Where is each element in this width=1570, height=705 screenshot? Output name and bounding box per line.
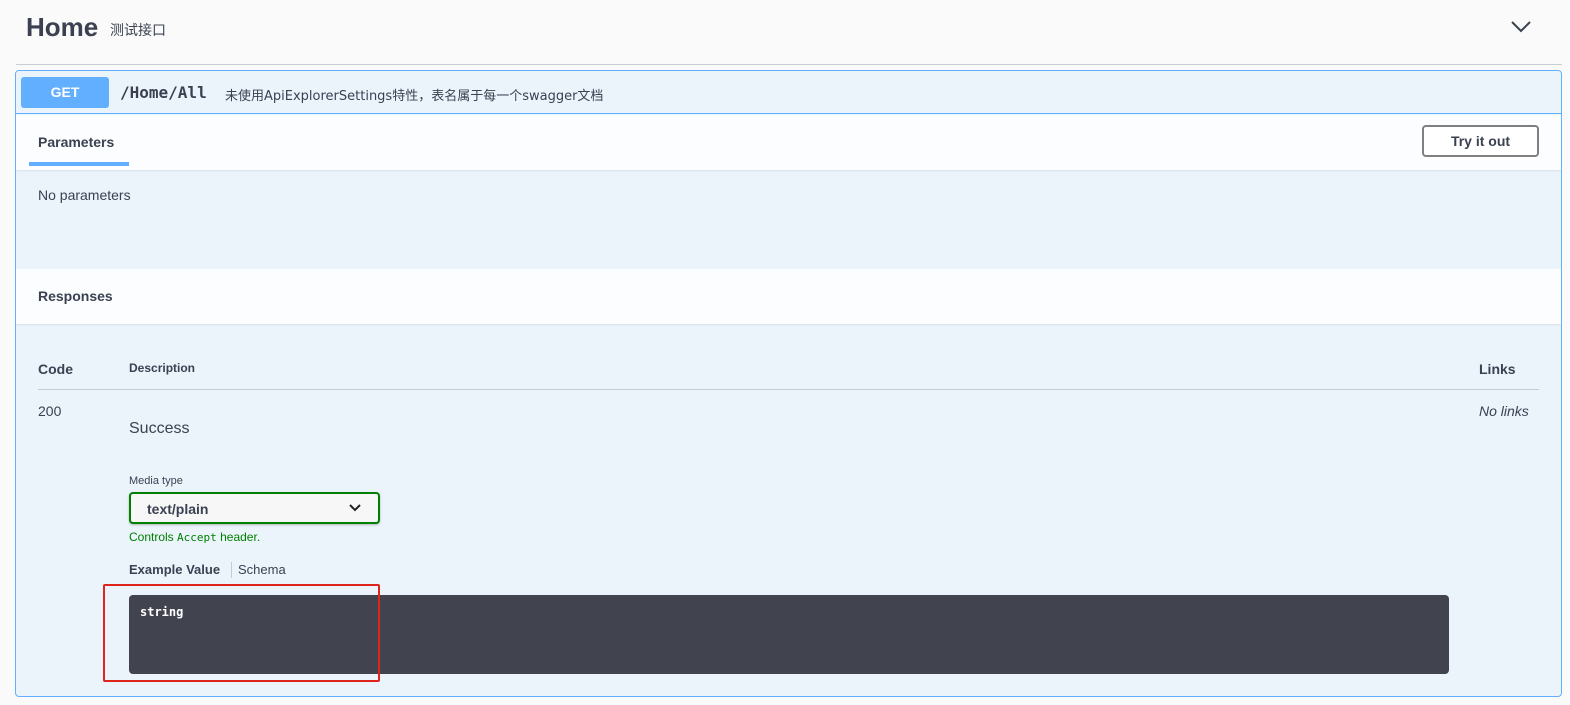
tab-schema[interactable]: Schema bbox=[238, 562, 286, 577]
tag-title[interactable]: Home bbox=[26, 12, 98, 43]
media-type-hint: Controls Accept header. bbox=[129, 530, 261, 544]
operation-path[interactable]: /Home/All bbox=[120, 83, 207, 102]
example-value-text: string bbox=[140, 605, 184, 619]
tab-separator bbox=[231, 562, 232, 578]
operation-summary[interactable]: GET /Home/All 未使用ApiExplorerSettings特性，表… bbox=[16, 71, 1561, 114]
column-header-description: Description bbox=[129, 361, 196, 375]
tab-example-value[interactable]: Example Value bbox=[129, 562, 220, 577]
tag-header[interactable]: Home 测试接口 bbox=[0, 0, 1570, 60]
response-links: No links bbox=[1479, 403, 1529, 419]
media-type-select[interactable]: text/plain bbox=[129, 492, 380, 524]
tag-description: 测试接口 bbox=[110, 23, 166, 39]
tag-divider bbox=[16, 64, 1562, 65]
media-type-label: Media type bbox=[129, 475, 183, 487]
responses-header: Responses bbox=[16, 269, 1561, 324]
responses-title: Responses bbox=[38, 288, 113, 304]
chevron-down-icon[interactable] bbox=[1510, 16, 1532, 36]
example-value-box: string bbox=[129, 595, 1449, 674]
tab-parameters[interactable]: Parameters bbox=[29, 115, 129, 166]
operation-summary-text: 未使用ApiExplorerSettings特性，表名属于每一个swagger文… bbox=[225, 89, 604, 104]
operation-block: GET /Home/All 未使用ApiExplorerSettings特性，表… bbox=[15, 70, 1562, 697]
tab-parameters-label: Parameters bbox=[38, 134, 115, 150]
try-it-out-button[interactable]: Try it out bbox=[1422, 125, 1539, 157]
method-badge[interactable]: GET bbox=[21, 77, 109, 108]
response-description: Success bbox=[129, 420, 190, 437]
media-type-value: text/plain bbox=[147, 501, 209, 517]
column-header-links: Links bbox=[1479, 361, 1516, 377]
no-parameters-text: No parameters bbox=[38, 187, 131, 203]
chevron-down-icon bbox=[349, 504, 361, 512]
table-header-divider bbox=[38, 389, 1539, 390]
parameters-header: Parameters Try it out bbox=[16, 115, 1561, 170]
response-code: 200 bbox=[38, 403, 62, 419]
column-header-code: Code bbox=[38, 361, 73, 377]
tab-active-indicator bbox=[29, 162, 129, 166]
